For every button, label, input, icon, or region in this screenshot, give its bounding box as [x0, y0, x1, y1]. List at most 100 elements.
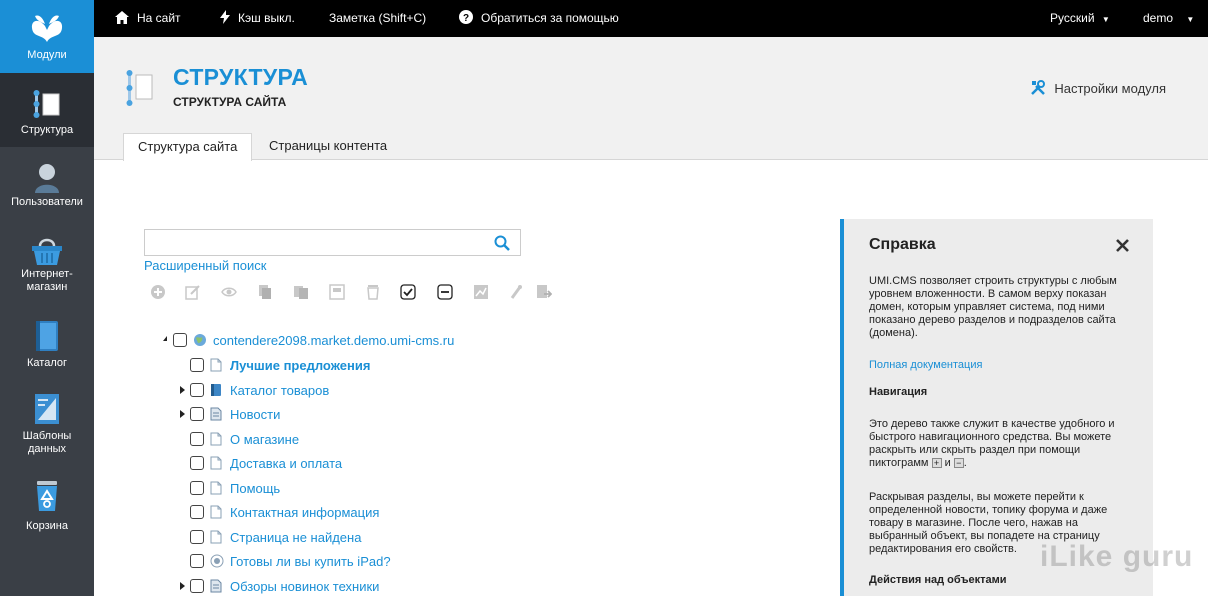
expand-arrow-icon[interactable] [180, 385, 185, 394]
tab-site-structure[interactable]: Структура сайта [123, 133, 253, 161]
copy-icon[interactable] [257, 284, 273, 300]
help-heading-actions: Действия над объектами [869, 574, 1007, 586]
link-icon[interactable] [508, 284, 524, 300]
tree-root-label[interactable]: contendere2098.market.demo.umi-cms.ru [213, 332, 454, 349]
advanced-search-link[interactable]: Расширенный поиск [144, 258, 266, 273]
language-select[interactable]: Русский ▼ [1050, 0, 1110, 37]
search-box [144, 229, 521, 256]
sidebar-item-trash[interactable]: Корзина [0, 478, 94, 538]
tree-checkbox[interactable] [190, 529, 204, 544]
module-settings-label: Настройки модуля [1054, 81, 1166, 96]
sidebar-item-catalog[interactable]: Каталог [0, 316, 94, 376]
tree-item-label[interactable]: Лучшие предложения [230, 357, 370, 374]
tree-item-label[interactable]: Страница не найдена [230, 529, 361, 546]
help-paragraph: UMI.CMS позволяет строить структуры с лю… [869, 275, 1117, 339]
expand-arrow-icon[interactable] [180, 410, 185, 418]
tree-checkbox[interactable] [190, 505, 204, 519]
user-label: demo [1143, 11, 1174, 25]
image-icon[interactable] [473, 284, 489, 300]
add-icon[interactable] [150, 284, 166, 300]
sidebar-item-structure[interactable]: Структура [0, 73, 94, 147]
help-request-link[interactable]: ? Обратиться за помощью [459, 0, 619, 37]
note-button[interactable]: Заметка (Shift+C) [329, 0, 426, 37]
page-icon [210, 481, 222, 498]
watermark: iLike guru [1040, 540, 1194, 573]
search-input[interactable] [145, 230, 485, 255]
expand-arrow-icon[interactable] [180, 581, 185, 590]
page-title: СТРУКТУРА [173, 64, 309, 90]
basket-icon [32, 238, 62, 265]
question-circle-icon: ? [459, 10, 473, 25]
sidebar-item-label: Модули [27, 49, 67, 61]
sidebar-item-templates[interactable]: Шаблоны данных [0, 390, 94, 466]
page-icon [210, 456, 222, 473]
clone-icon[interactable] [293, 284, 309, 300]
page-subtitle: СТРУКТУРА САЙТА [173, 95, 287, 109]
tree-item-label[interactable]: О магазине [230, 431, 299, 448]
sidebar: Модули Структура Пользователи Интернет- … [0, 0, 94, 596]
home-icon [115, 10, 129, 24]
sidebar-item-shop[interactable]: Интернет- магазин [0, 228, 94, 308]
export-icon[interactable] [536, 284, 552, 300]
user-menu[interactable]: demo ▼ [1143, 0, 1194, 37]
uncheck-all-icon[interactable] [437, 284, 453, 300]
globe-icon [194, 334, 206, 346]
sidebar-item-modules[interactable]: Модули [0, 0, 94, 73]
trash-icon[interactable] [365, 284, 381, 300]
sidebar-item-users[interactable]: Пользователи [0, 148, 94, 218]
help-request-label: Обратиться за помощью [481, 11, 619, 25]
search-icon[interactable] [494, 235, 510, 251]
tab-content-pages[interactable]: Страницы контента [255, 133, 401, 160]
tree-checkbox[interactable] [190, 456, 204, 470]
help-paragraph-text: и [944, 457, 951, 469]
tree-item-label[interactable]: Новости [230, 406, 280, 423]
open-window-icon[interactable] [329, 284, 345, 300]
sidebar-item-label: Интернет- магазин [21, 268, 73, 293]
edit-icon[interactable] [185, 284, 201, 300]
tree-checkbox[interactable] [190, 578, 204, 593]
site-link-label: На сайт [137, 11, 181, 25]
collapse-arrow-icon[interactable] [163, 336, 167, 341]
sidebar-item-label: Шаблоны данных [22, 430, 72, 455]
tree-checkbox[interactable] [190, 431, 204, 446]
page-icon [210, 505, 222, 522]
close-icon[interactable] [1116, 239, 1129, 252]
tree-checkbox[interactable] [173, 333, 187, 347]
cache-label: Кэш выкл. [238, 11, 295, 25]
help-paragraph: Это дерево также служит в качестве удобн… [869, 418, 1115, 469]
help-heading-navigation: Навигация [869, 386, 928, 398]
cache-toggle[interactable]: Кэш выкл. [220, 0, 295, 37]
structure-icon [33, 90, 60, 118]
template-icon [35, 394, 59, 424]
tree-checkbox[interactable] [190, 554, 204, 568]
page-header: СТРУКТУРА СТРУКТУРА САЙТА Настройки моду… [94, 37, 1208, 161]
page-icon [210, 358, 222, 375]
poll-icon [210, 554, 224, 571]
tree-item-label[interactable]: Помощь [230, 480, 280, 497]
tree-item-label[interactable]: Доставка и оплата [230, 455, 342, 472]
documentation-link[interactable]: Полная документация [869, 359, 982, 371]
top-bar: На сайт Кэш выкл. Заметка (Shift+C) ? Обр… [94, 0, 1208, 37]
tree-item-label[interactable]: Каталог товаров [230, 382, 329, 399]
news-icon [210, 579, 222, 596]
expand-icon: + [931, 458, 942, 469]
view-icon[interactable] [221, 284, 237, 300]
news-icon [210, 407, 222, 424]
tree-checkbox[interactable] [190, 358, 204, 372]
check-all-icon[interactable] [400, 284, 416, 300]
help-title: Справка [869, 236, 936, 253]
sidebar-item-label: Каталог [27, 357, 67, 369]
tree-item-label[interactable]: Готовы ли вы купить iPad? [230, 553, 391, 570]
tree-item-label[interactable]: Обзоры новинок техники [230, 578, 379, 595]
tools-icon [1031, 80, 1046, 95]
svg-text:?: ? [463, 13, 469, 24]
tree-checkbox[interactable] [190, 382, 204, 397]
language-label: Русский [1050, 11, 1095, 25]
tree-checkbox[interactable] [190, 480, 204, 495]
page-icon [210, 530, 222, 547]
catalog-icon [210, 383, 222, 400]
tree-checkbox[interactable] [190, 407, 204, 421]
module-settings-link[interactable]: Настройки модуля [1030, 80, 1166, 96]
site-link[interactable]: На сайт [115, 0, 181, 37]
tree-item-label[interactable]: Контактная информация [230, 504, 379, 521]
